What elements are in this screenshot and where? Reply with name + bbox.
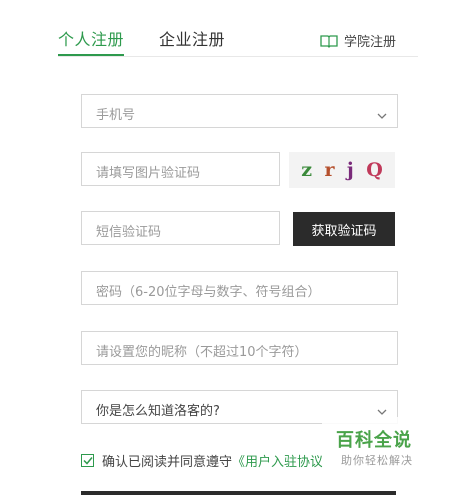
submit-button[interactable] <box>81 491 396 495</box>
password-input[interactable]: 密码（6-20位字母与数字、符号组合） <box>81 271 398 305</box>
tab-personal[interactable]: 个人注册 <box>58 26 124 50</box>
captcha-image[interactable]: z r j Q <box>289 152 395 188</box>
agreement-text: 确认已阅读并同意遵守 <box>102 455 233 470</box>
image-code-input[interactable]: 请填写图片验证码 <box>81 152 280 186</box>
sms-code-placeholder: 短信验证码 <box>96 225 162 240</box>
get-sms-code-button[interactable]: 获取验证码 <box>293 212 395 246</box>
chevron-down-icon <box>377 402 387 415</box>
watermark-title: 百科全说 <box>336 430 412 451</box>
captcha-char: Q <box>366 159 383 181</box>
tab-college[interactable]: 学院注册 <box>320 31 396 50</box>
book-icon <box>320 34 338 48</box>
nickname-input[interactable]: 请设置您的昵称（不超过10个字符） <box>81 331 398 365</box>
sms-code-input[interactable]: 短信验证码 <box>81 211 280 245</box>
nickname-placeholder: 请设置您的昵称（不超过10个字符） <box>96 345 308 360</box>
chevron-down-icon <box>377 106 387 119</box>
captcha-char: r <box>324 159 335 181</box>
watermark: 百科全说 助你轻松解决 <box>322 417 432 475</box>
agreement-checkbox[interactable] <box>81 454 94 467</box>
tab-divider <box>58 56 418 57</box>
tab-college-label: 学院注册 <box>344 35 397 50</box>
source-select-value: 你是怎么知道洛客的? <box>96 404 220 419</box>
captcha-char: z <box>301 159 313 181</box>
image-code-placeholder: 请填写图片验证码 <box>96 166 201 181</box>
watermark-subtitle: 助你轻松解决 <box>341 454 413 467</box>
registration-tabs: 个人注册 企业注册 学院注册 <box>0 0 461 58</box>
phone-placeholder: 手机号 <box>96 108 136 123</box>
tab-enterprise[interactable]: 企业注册 <box>159 26 225 50</box>
password-placeholder: 密码（6-20位字母与数字、符号组合） <box>96 285 321 300</box>
captcha-char: j <box>346 159 354 181</box>
phone-field[interactable]: 手机号 <box>81 94 398 128</box>
user-agreement-link[interactable]: 《用户入驻协议 <box>232 451 323 470</box>
agreement-row: 确认已阅读并同意遵守 《用户入驻协议 <box>81 451 323 470</box>
